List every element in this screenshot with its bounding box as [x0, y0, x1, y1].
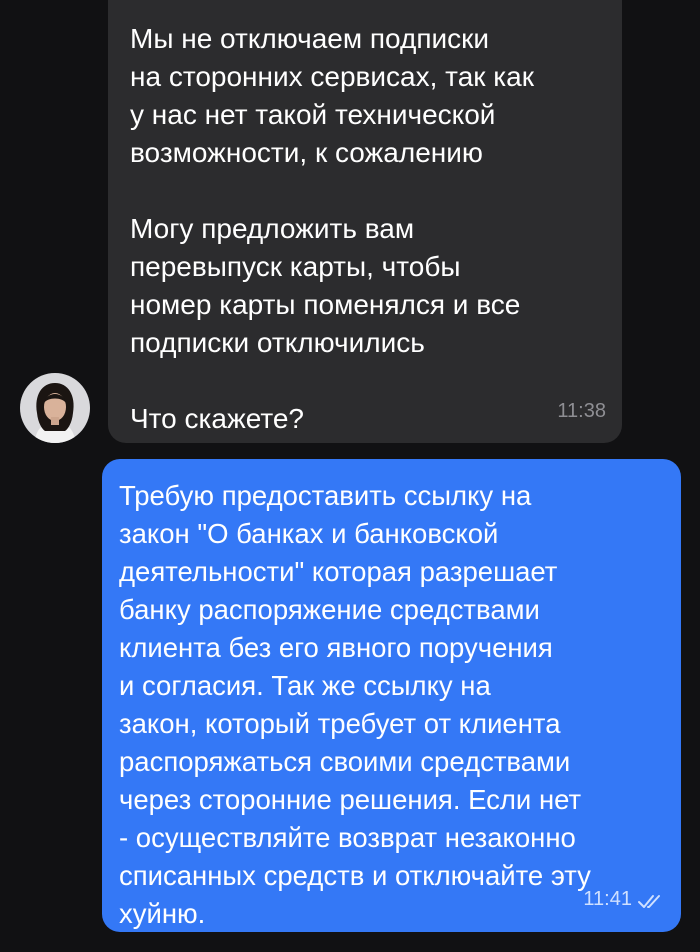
incoming-message-bubble[interactable]: Мы не отключаем подписки на сторонних се… [108, 0, 622, 443]
sender-avatar[interactable] [20, 373, 90, 443]
outgoing-message-time: 11:41 [583, 888, 632, 910]
outgoing-message-bubble[interactable]: Требую предоставить ссылку на закон "О б… [102, 459, 681, 932]
outgoing-message-text: Требую предоставить ссылку на закон "О б… [119, 480, 591, 929]
double-check-icon [638, 895, 660, 908]
avatar-portrait-icon [20, 373, 90, 443]
incoming-message-time: 11:38 [557, 400, 606, 422]
incoming-message-text: Мы не отключаем подписки на сторонних се… [130, 23, 534, 434]
